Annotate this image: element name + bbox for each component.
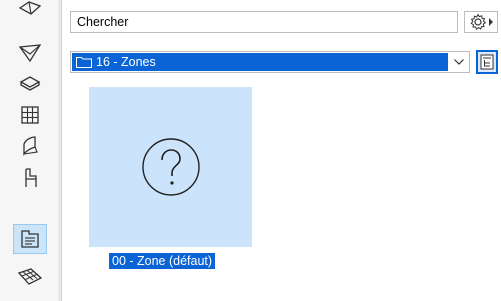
tool-object-button[interactable] xyxy=(13,163,47,193)
folder-up-button[interactable] xyxy=(476,50,498,74)
roof-icon xyxy=(18,1,42,15)
tool-sidebar xyxy=(0,0,62,301)
tool-morph-button[interactable] xyxy=(13,131,47,161)
folder-icon xyxy=(76,57,92,68)
curtain-wall-icon xyxy=(21,106,39,124)
caret-right-icon xyxy=(488,18,493,26)
dropdown-arrow-button[interactable] xyxy=(449,53,468,71)
tool-slab-button[interactable] xyxy=(13,69,47,99)
shell-icon xyxy=(18,44,42,63)
gear-icon xyxy=(469,13,486,30)
question-mark-icon xyxy=(141,138,200,196)
folder-dropdown[interactable]: 16 - Zones xyxy=(70,51,470,73)
tool-mesh-button[interactable] xyxy=(13,262,47,292)
slab-icon xyxy=(19,76,41,91)
chevron-down-icon xyxy=(453,59,464,65)
morph-icon xyxy=(23,136,38,156)
mesh-icon xyxy=(17,268,43,285)
library-item-thumbnail[interactable]: 00 - Zone (défaut) xyxy=(89,87,252,271)
folder-tree-icon xyxy=(480,54,494,70)
tool-roof-button[interactable] xyxy=(13,0,47,24)
folder-dropdown-selection: 16 - Zones xyxy=(72,53,448,71)
chair-object-icon xyxy=(25,168,37,187)
item-preview xyxy=(89,87,252,247)
item-label: 00 - Zone (défaut) xyxy=(109,253,216,269)
library-browser-panel: 16 - Zones 00 - Zone (défaut) xyxy=(0,0,501,301)
tool-zone-button[interactable] xyxy=(13,224,47,254)
zone-icon xyxy=(21,230,39,248)
tool-curtain-wall-button[interactable] xyxy=(13,100,47,130)
tool-shell-button[interactable] xyxy=(13,38,47,68)
settings-menu-button[interactable] xyxy=(464,11,498,33)
search-input[interactable] xyxy=(70,11,458,33)
folder-dropdown-label: 16 - Zones xyxy=(96,55,156,69)
